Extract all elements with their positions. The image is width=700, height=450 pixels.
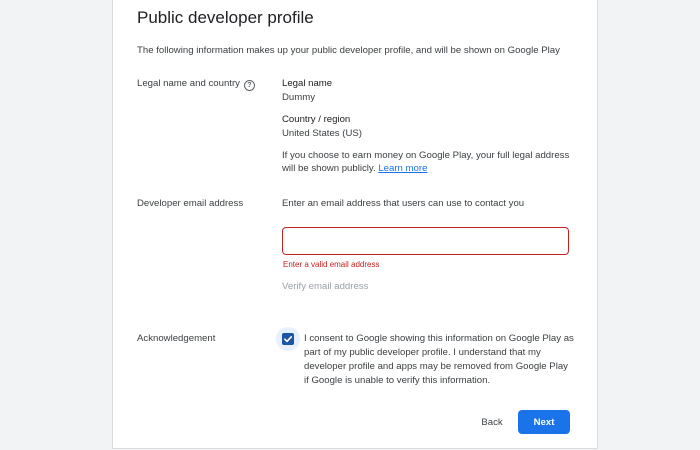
page-intro: The following information makes up your … [137, 45, 560, 56]
checkmark-icon [284, 336, 293, 343]
next-button[interactable]: Next [518, 410, 570, 434]
verify-email-button[interactable]: Verify email address [282, 281, 368, 292]
email-error-message: Enter a valid email address [283, 260, 380, 269]
checkbox-checked [282, 333, 294, 345]
page-title: Public developer profile [137, 8, 314, 27]
help-icon[interactable]: ? [243, 80, 255, 91]
developer-email-label: Developer email address [137, 198, 244, 209]
consent-checkbox[interactable] [276, 327, 300, 351]
legal-name-country-label: Legal name and country? [137, 78, 255, 91]
back-button[interactable]: Back [474, 411, 510, 433]
consent-text: I consent to Google showing this informa… [304, 333, 574, 386]
profile-card: Public developer profile The following i… [112, 0, 598, 449]
legal-address-note: If you choose to earn money on Google Pl… [282, 149, 582, 175]
email-input[interactable] [282, 227, 569, 255]
country-title: Country / region [282, 114, 351, 125]
learn-more-link[interactable]: Learn more [378, 163, 427, 174]
legal-name-value: Dummy [282, 92, 316, 103]
legal-details: Legal name Dummy Country / region United… [282, 78, 582, 175]
country-value: United States (US) [282, 128, 362, 139]
acknowledgement-label: Acknowledgement [137, 333, 216, 344]
email-description: Enter an email address that users can us… [282, 198, 525, 209]
legal-name-country-label-text: Legal name and country [137, 78, 240, 89]
legal-name-title: Legal name [282, 78, 333, 89]
